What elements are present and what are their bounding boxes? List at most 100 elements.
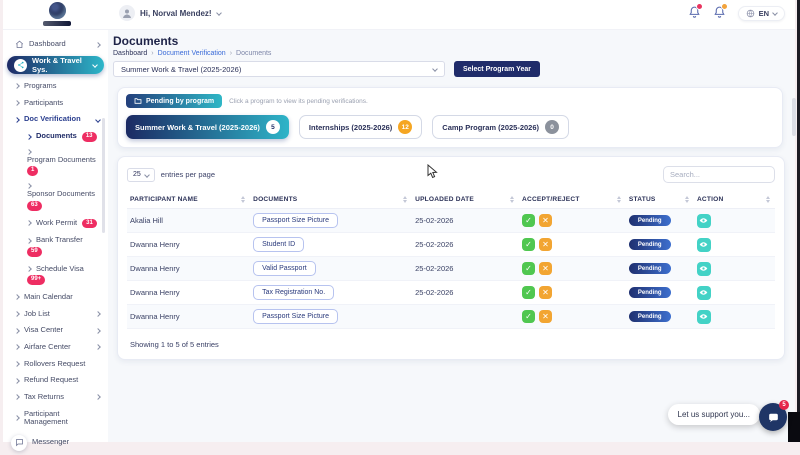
page-scrollbar[interactable] (792, 98, 796, 136)
document-button[interactable]: Student ID (253, 237, 305, 252)
sidebar-item-tax-returns[interactable]: Tax Returns (3, 389, 108, 406)
sidebar-item-job-list[interactable]: Job List (3, 306, 108, 323)
language-selector[interactable]: EN (737, 5, 785, 21)
sidebar-item-airfare-center[interactable]: Airfare Center (3, 339, 108, 356)
reject-button[interactable] (539, 262, 553, 275)
sort-icon[interactable] (616, 196, 621, 203)
sort-icon[interactable] (510, 196, 515, 203)
breadcrumb-doc-verification[interactable]: Document Verification (158, 50, 226, 57)
sidebar-item-messenger[interactable]: Messenger (3, 431, 108, 455)
sidebar-item-programs[interactable]: Programs (3, 78, 108, 95)
sidebar-item-program-documents[interactable]: Program Documents 1 (3, 146, 108, 180)
tab-camp-program[interactable]: Camp Program (2025-2026) 0 (432, 115, 570, 139)
sidebar-item-refund-request[interactable]: Refund Request (3, 372, 108, 389)
status-badge: Pending (628, 311, 671, 323)
view-button[interactable] (696, 213, 711, 228)
support-chat-prompt[interactable]: Let us support you... (667, 404, 760, 425)
reject-button[interactable] (539, 286, 553, 299)
status-badge: Pending (628, 263, 671, 275)
sidebar-item-visa-center[interactable]: Visa Center (3, 322, 108, 339)
reject-button[interactable] (539, 238, 553, 251)
sidebar-item-schedule-visa[interactable]: Schedule Visa 99+ (3, 261, 108, 289)
pending-by-program-pill[interactable]: Pending by program (126, 94, 223, 108)
sidebar-item-work-permit[interactable]: Work Permit 31 (3, 215, 108, 233)
support-chat-button[interactable]: 5 (759, 400, 789, 431)
notifications-button[interactable] (688, 3, 703, 21)
breadcrumb-dashboard[interactable]: Dashboard (113, 50, 147, 57)
tab-count-badge: 5 (265, 120, 280, 134)
eye-icon (700, 290, 708, 295)
user-menu[interactable]: Hi, Norval Mendez! (119, 5, 222, 21)
document-button[interactable]: Tax Registration No. (253, 285, 335, 300)
uploaded-date: 25-02-2026 (412, 280, 520, 305)
chevron-right-icon (14, 394, 20, 401)
sidebar: Dashboard Work & Travel Sys. Programs Pa… (3, 30, 108, 451)
sidebar-item-main-calendar[interactable]: Main Calendar (3, 289, 108, 306)
pending-hint: Click a program to view its pending veri… (229, 97, 368, 105)
top-bar: Hi, Norval Mendez! EN (3, 0, 795, 30)
sort-icon[interactable] (766, 196, 770, 203)
sidebar-scrollbar[interactable] (102, 118, 105, 233)
notification-badge (695, 3, 703, 10)
table-footer-summary: Showing 1 to 5 of 5 entries (130, 340, 219, 349)
chevron-down-icon (95, 116, 101, 123)
status-badge: Pending (628, 215, 671, 227)
chevron-right-icon (14, 116, 20, 123)
participant-name: Dwanna Henry (127, 256, 251, 281)
tab-summer-work-travel[interactable]: Summer Work & Travel (2025-2026) 5 (126, 115, 289, 139)
accept-button[interactable] (522, 238, 536, 251)
program-year-select[interactable]: Summer Work & Travel (2025-2026) (113, 61, 445, 77)
col-documents: DOCUMENTS (253, 196, 298, 203)
sidebar-item-bank-transfer[interactable]: Bank Transfer 59 (3, 232, 108, 260)
sidebar-item-participant-management[interactable]: Participant Management (3, 406, 108, 431)
sidebar-item-participants[interactable]: Participants (3, 95, 108, 112)
view-button[interactable] (696, 285, 711, 300)
document-button[interactable]: Passport Size Picture (253, 309, 339, 324)
view-button[interactable] (696, 237, 711, 252)
sidebar-item-sponsor-documents[interactable]: Sponsor Documents 63 (3, 180, 108, 214)
breadcrumb-separator: › (229, 50, 233, 57)
page-title: Documents (113, 34, 179, 48)
view-button[interactable] (696, 309, 711, 324)
sidebar-item-work-travel-sys[interactable]: Work & Travel Sys. (7, 56, 104, 74)
view-button[interactable] (696, 261, 711, 276)
person-icon (123, 9, 131, 18)
logo-wordmark (43, 21, 71, 26)
pending-by-program-card: Pending by program Click a program to vi… (117, 87, 783, 148)
accept-button[interactable] (522, 286, 536, 299)
accept-button[interactable] (522, 262, 536, 275)
select-program-year-button[interactable]: Select Program Year (454, 61, 540, 77)
breadcrumb-documents: Documents (236, 50, 272, 57)
chevron-right-icon (95, 327, 101, 334)
alerts-button[interactable] (713, 3, 728, 21)
accept-button[interactable] (522, 214, 536, 227)
status-badge: Pending (628, 287, 671, 299)
search-input[interactable] (663, 166, 775, 183)
sort-icon[interactable] (241, 196, 246, 203)
chevron-right-icon (26, 148, 32, 155)
window-corner (788, 412, 800, 442)
reject-button[interactable] (539, 310, 553, 323)
sort-icon[interactable] (403, 196, 408, 203)
chevron-down-icon (143, 171, 150, 178)
page-size-select[interactable]: 25 (127, 167, 155, 182)
sidebar-item-doc-verification[interactable]: Doc Verification (3, 111, 108, 128)
chevron-right-icon (14, 327, 20, 334)
col-uploaded-date: UPLOADED DATE (415, 196, 475, 203)
document-button[interactable]: Passport Size Picture (253, 213, 339, 228)
sidebar-item-documents[interactable]: Documents 13 (3, 128, 108, 146)
chevron-right-icon (26, 266, 32, 272)
reject-button[interactable] (539, 214, 553, 227)
chevron-right-icon (14, 311, 20, 317)
chevron-right-icon (95, 394, 101, 401)
chat-bubble-icon (768, 413, 778, 422)
tab-internships[interactable]: Internships (2025-2026) 12 (298, 115, 423, 139)
accept-button[interactable] (522, 310, 536, 323)
document-button[interactable]: Valid Passport (253, 261, 316, 276)
share-icon (14, 58, 27, 72)
main-content: Documents Dashboard › Document Verificat… (108, 30, 795, 442)
sort-icon[interactable] (684, 196, 689, 203)
sidebar-item-rollovers-request[interactable]: Rollovers Request (3, 356, 108, 373)
breadcrumb-separator: › (151, 50, 154, 57)
sidebar-item-dashboard[interactable]: Dashboard (3, 36, 108, 53)
